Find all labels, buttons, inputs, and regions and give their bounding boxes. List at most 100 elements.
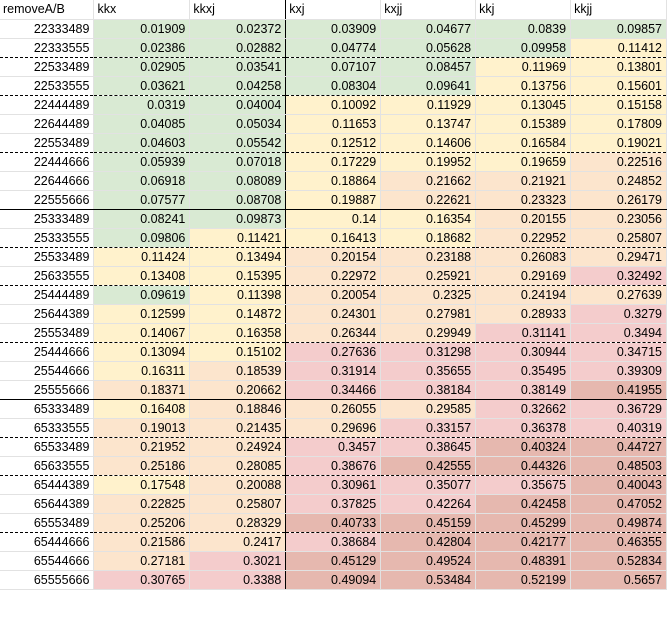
value-cell[interactable]: 0.15389 bbox=[475, 114, 572, 134]
value-cell[interactable]: 0.08241 bbox=[93, 209, 191, 229]
row-id-cell[interactable]: 22533555 bbox=[0, 76, 95, 96]
value-cell[interactable]: 0.20155 bbox=[475, 209, 572, 229]
value-cell[interactable]: 0.11929 bbox=[380, 95, 477, 115]
value-cell[interactable]: 0.15102 bbox=[189, 342, 287, 362]
row-id-cell[interactable]: 65333489 bbox=[0, 399, 95, 419]
value-cell[interactable]: 0.29696 bbox=[285, 418, 382, 438]
value-cell[interactable]: 0.22825 bbox=[93, 494, 191, 514]
column-header-kxjj[interactable]: kxjj bbox=[380, 0, 477, 20]
value-cell[interactable]: 0.31298 bbox=[380, 342, 477, 362]
value-cell[interactable]: 0.14067 bbox=[93, 323, 191, 343]
value-cell[interactable]: 0.16354 bbox=[380, 209, 477, 229]
value-cell[interactable]: 0.27981 bbox=[380, 304, 477, 324]
row-id-cell[interactable]: 65553489 bbox=[0, 513, 95, 533]
row-id-cell[interactable]: 65633555 bbox=[0, 456, 95, 476]
row-id-cell[interactable]: 65444666 bbox=[0, 532, 95, 552]
value-cell[interactable]: 0.0319 bbox=[93, 95, 191, 115]
value-cell[interactable]: 0.28933 bbox=[475, 304, 572, 324]
value-cell[interactable]: 0.13494 bbox=[189, 247, 287, 267]
column-header-kxj[interactable]: kxj bbox=[285, 0, 382, 20]
value-cell[interactable]: 0.25206 bbox=[93, 513, 191, 533]
value-cell[interactable]: 0.45129 bbox=[285, 551, 382, 571]
value-cell[interactable]: 0.44326 bbox=[475, 456, 572, 476]
value-cell[interactable]: 0.3457 bbox=[285, 437, 382, 457]
row-id-cell[interactable]: 25555666 bbox=[0, 380, 95, 400]
value-cell[interactable]: 0.24852 bbox=[570, 171, 667, 191]
value-cell[interactable]: 0.21586 bbox=[93, 532, 191, 552]
value-cell[interactable]: 0.04004 bbox=[189, 95, 287, 115]
value-cell[interactable]: 0.19021 bbox=[570, 133, 667, 153]
value-cell[interactable]: 0.04258 bbox=[189, 76, 287, 96]
value-cell[interactable]: 0.48391 bbox=[475, 551, 572, 571]
value-cell[interactable]: 0.40319 bbox=[570, 418, 667, 438]
value-cell[interactable]: 0.39309 bbox=[570, 361, 667, 381]
row-id-cell[interactable]: 65444389 bbox=[0, 475, 95, 495]
value-cell[interactable]: 0.18864 bbox=[285, 171, 382, 191]
value-cell[interactable]: 0.52199 bbox=[475, 570, 572, 590]
value-cell[interactable]: 0.45159 bbox=[380, 513, 477, 533]
value-cell[interactable]: 0.04774 bbox=[285, 38, 382, 58]
value-cell[interactable]: 0.13408 bbox=[93, 266, 191, 286]
value-cell[interactable]: 0.19887 bbox=[285, 190, 382, 210]
value-cell[interactable]: 0.14 bbox=[285, 209, 382, 229]
value-cell[interactable]: 0.2325 bbox=[380, 285, 477, 305]
row-id-cell[interactable]: 22444666 bbox=[0, 152, 95, 172]
column-header-kkj[interactable]: kkj bbox=[475, 0, 572, 20]
row-id-cell[interactable]: 65333555 bbox=[0, 418, 95, 438]
row-id-cell[interactable]: 22644489 bbox=[0, 114, 95, 134]
column-header-remove-ab[interactable]: removeA/B bbox=[0, 0, 95, 20]
value-cell[interactable]: 0.47052 bbox=[570, 494, 667, 514]
value-cell[interactable]: 0.07018 bbox=[189, 152, 287, 172]
value-cell[interactable]: 0.03909 bbox=[285, 19, 382, 39]
value-cell[interactable]: 0.35077 bbox=[380, 475, 477, 495]
value-cell[interactable]: 0.16584 bbox=[475, 133, 572, 153]
value-cell[interactable]: 0.29169 bbox=[475, 266, 572, 286]
value-cell[interactable]: 0.34466 bbox=[285, 380, 382, 400]
value-cell[interactable]: 0.23323 bbox=[475, 190, 572, 210]
value-cell[interactable]: 0.21952 bbox=[93, 437, 191, 457]
value-cell[interactable]: 0.10092 bbox=[285, 95, 382, 115]
row-id-cell[interactable]: 25444489 bbox=[0, 285, 95, 305]
value-cell[interactable]: 0.11398 bbox=[189, 285, 287, 305]
value-cell[interactable]: 0.03541 bbox=[189, 57, 287, 77]
value-cell[interactable]: 0.21921 bbox=[475, 171, 572, 191]
value-cell[interactable]: 0.23056 bbox=[570, 209, 667, 229]
value-cell[interactable]: 0.32662 bbox=[475, 399, 572, 419]
value-cell[interactable]: 0.33157 bbox=[380, 418, 477, 438]
value-cell[interactable]: 0.19013 bbox=[93, 418, 191, 438]
row-id-cell[interactable]: 22644666 bbox=[0, 171, 95, 191]
value-cell[interactable]: 0.21662 bbox=[380, 171, 477, 191]
row-id-cell[interactable]: 65533489 bbox=[0, 437, 95, 457]
row-id-cell[interactable]: 25644389 bbox=[0, 304, 95, 324]
value-cell[interactable]: 0.08089 bbox=[189, 171, 287, 191]
value-cell[interactable]: 0.02882 bbox=[189, 38, 287, 58]
value-cell[interactable]: 0.42555 bbox=[380, 456, 477, 476]
value-cell[interactable]: 0.52834 bbox=[570, 551, 667, 571]
value-cell[interactable]: 0.20662 bbox=[189, 380, 287, 400]
value-cell[interactable]: 0.48503 bbox=[570, 456, 667, 476]
value-cell[interactable]: 0.04677 bbox=[380, 19, 477, 39]
column-header-kkjj[interactable]: kkjj bbox=[570, 0, 667, 20]
value-cell[interactable]: 0.36729 bbox=[570, 399, 667, 419]
row-id-cell[interactable]: 25544666 bbox=[0, 361, 95, 381]
value-cell[interactable]: 0.24301 bbox=[285, 304, 382, 324]
value-cell[interactable]: 0.18371 bbox=[93, 380, 191, 400]
value-cell[interactable]: 0.13756 bbox=[475, 76, 572, 96]
value-cell[interactable]: 0.42177 bbox=[475, 532, 572, 552]
value-cell[interactable]: 0.01909 bbox=[93, 19, 191, 39]
value-cell[interactable]: 0.08457 bbox=[380, 57, 477, 77]
value-cell[interactable]: 0.04085 bbox=[93, 114, 191, 134]
value-cell[interactable]: 0.07107 bbox=[285, 57, 382, 77]
value-cell[interactable]: 0.24924 bbox=[189, 437, 287, 457]
value-cell[interactable]: 0.25807 bbox=[189, 494, 287, 514]
value-cell[interactable]: 0.16408 bbox=[93, 399, 191, 419]
row-id-cell[interactable]: 22553489 bbox=[0, 133, 95, 153]
value-cell[interactable]: 0.25186 bbox=[93, 456, 191, 476]
value-cell[interactable]: 0.07577 bbox=[93, 190, 191, 210]
row-id-cell[interactable]: 25333489 bbox=[0, 209, 95, 229]
value-cell[interactable]: 0.08304 bbox=[285, 76, 382, 96]
value-cell[interactable]: 0.40324 bbox=[475, 437, 572, 457]
value-cell[interactable]: 0.09619 bbox=[93, 285, 191, 305]
row-id-cell[interactable]: 22333489 bbox=[0, 19, 95, 39]
value-cell[interactable]: 0.28085 bbox=[189, 456, 287, 476]
